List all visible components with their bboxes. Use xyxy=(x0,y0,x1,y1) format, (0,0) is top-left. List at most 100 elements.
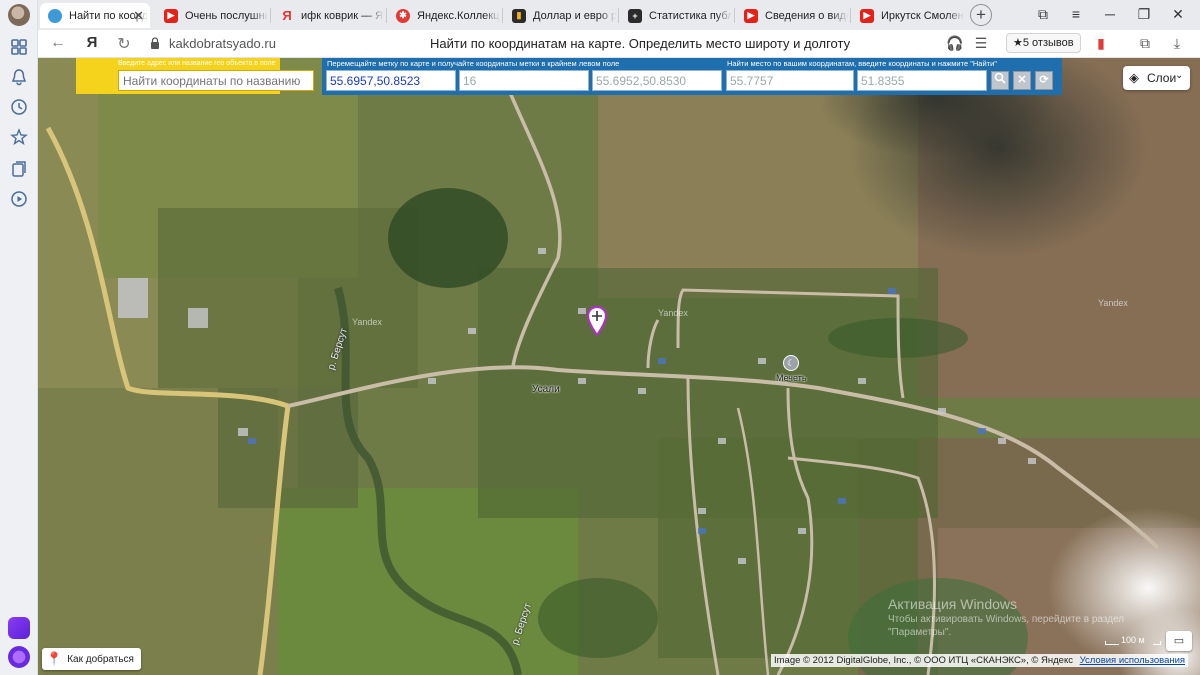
activation-line1: Чтобы активировать Windows, перейдите в … xyxy=(888,614,1125,625)
bell-icon[interactable] xyxy=(9,68,29,88)
tab-label: Доллар и евро р xyxy=(533,9,616,22)
layers-icon: ◈ xyxy=(1129,70,1139,85)
layers-button[interactable]: ◈ Слои ⌄ xyxy=(1123,66,1190,90)
plus-favicon: + xyxy=(628,8,642,23)
page-title: Найти по координатам на карте. Определит… xyxy=(430,36,851,51)
zoom-field[interactable] xyxy=(459,70,589,91)
apps-grid-icon[interactable] xyxy=(9,38,29,58)
refresh-button[interactable]: ⟳ xyxy=(1035,71,1053,90)
tab-coordinates[interactable]: Найти по коорд ✕ xyxy=(40,3,150,28)
tab-separator xyxy=(734,8,735,23)
clear-button[interactable]: ✕ xyxy=(1013,71,1031,90)
name-search-hint: Введите адрес или название гео объекта в… xyxy=(118,60,276,67)
alice-assistant-icon[interactable] xyxy=(8,646,30,668)
restore-icon[interactable]: ❐ xyxy=(1134,6,1154,23)
tab-label: Статистика публ xyxy=(649,9,732,22)
scale-label: 100 м xyxy=(1121,635,1145,645)
route-button[interactable]: 📍 Как добраться xyxy=(42,648,141,670)
close-icon: ✕ xyxy=(1017,74,1027,86)
downloads-icon[interactable]: ⤓ xyxy=(1168,35,1186,52)
latitude-field[interactable] xyxy=(726,70,854,91)
ruler-button[interactable]: ▭ xyxy=(1166,631,1192,651)
satellite-imagery[interactable] xyxy=(38,58,1200,675)
tab-close-icon[interactable]: ✕ xyxy=(133,8,144,24)
location-pin-icon[interactable] xyxy=(586,306,608,336)
route-label: Как добраться xyxy=(67,653,134,665)
history-clock-icon[interactable] xyxy=(9,98,29,118)
tab-label: Иркутск Смолен xyxy=(881,9,964,22)
windows-activation-watermark: Активация Windows Чтобы активировать Win… xyxy=(888,596,1124,638)
tab-yandex-collections[interactable]: ✱ Яндекс.Коллекци xyxy=(388,3,500,28)
refresh-icon: ⟳ xyxy=(1039,74,1049,86)
marker-hint: Перемещайте метку по карте и получайте к… xyxy=(327,59,620,68)
play-circle-icon[interactable] xyxy=(9,190,29,210)
profile-avatar[interactable] xyxy=(8,4,30,26)
mosque-label: Мечеть xyxy=(776,373,807,383)
tab-youtube-2[interactable]: ▶ Сведения о виде xyxy=(736,3,848,28)
tab-dollar-euro[interactable]: ▮ Доллар и евро р xyxy=(504,3,616,28)
layers-label: Слои xyxy=(1147,71,1177,85)
marker-coords-field[interactable] xyxy=(326,70,456,91)
chevron-down-icon: ⌄ xyxy=(1175,70,1184,81)
copyright-bar: Image © 2012 DigitalGlobe, Inc., © ООО И… xyxy=(771,654,1189,667)
browser-sidebar xyxy=(0,0,38,675)
tab-separator xyxy=(270,8,271,23)
tab-pin-icon[interactable]: ⧉ xyxy=(1033,6,1053,23)
longitude-field[interactable] xyxy=(857,70,987,91)
tab-label: Сведения о виде xyxy=(765,9,848,22)
lock-icon[interactable] xyxy=(150,37,160,49)
tab-youtube-1[interactable]: ▶ Очень послушны xyxy=(156,3,268,28)
search-button[interactable] xyxy=(991,71,1009,90)
village-label: Усали xyxy=(532,384,560,395)
yandex-collections-favicon: ✱ xyxy=(396,8,410,23)
reader-mode-icon[interactable]: ☰ xyxy=(972,35,990,52)
extensions-icon[interactable]: ⧉ xyxy=(1136,35,1154,52)
tab-separator xyxy=(502,8,503,23)
search-icon xyxy=(994,72,1006,84)
tab-separator xyxy=(850,8,851,23)
find-hint: Найти место по вашим координатам, введит… xyxy=(727,59,997,68)
kakdobratsyado-favicon xyxy=(48,8,62,23)
tab-label: Очень послушны xyxy=(185,9,268,22)
tab-separator xyxy=(386,8,387,23)
menu-icon[interactable]: ≡ xyxy=(1066,6,1086,22)
chart-favicon: ▮ xyxy=(512,8,526,23)
tab-statistics[interactable]: + Статистика публ xyxy=(620,3,732,28)
headphones-icon[interactable]: 🎧 xyxy=(946,35,964,52)
bookmark-icon[interactable]: ▮ xyxy=(1092,35,1110,52)
youtube-favicon: ▶ xyxy=(860,8,874,23)
scale-bar xyxy=(1105,641,1119,645)
name-search-panel: Введите адрес или название гео объекта в… xyxy=(76,58,314,94)
tab-label: ифк коврик — Ян xyxy=(301,9,384,22)
yandex-logo-icon[interactable]: Я xyxy=(82,34,102,51)
tab-yandex-search[interactable]: Я ифк коврик — Ян xyxy=(272,3,384,28)
youtube-favicon: ▶ xyxy=(164,8,178,23)
minimize-icon[interactable]: ─ xyxy=(1100,6,1120,22)
new-tab-button[interactable]: + xyxy=(970,4,992,26)
collections-icon[interactable] xyxy=(9,160,29,180)
center-coords-field[interactable] xyxy=(592,70,722,91)
scale-bar-end xyxy=(1153,641,1161,645)
address-bar: ← Я ↻ kakdobratsyado.ru Найти по координ… xyxy=(38,30,1200,58)
back-arrow-icon[interactable]: ← xyxy=(48,34,68,52)
reload-icon[interactable]: ↻ xyxy=(114,34,134,54)
map-pin-icon: 📍 xyxy=(46,651,63,666)
yandex-watermark: Yandex xyxy=(1098,298,1128,308)
messenger-icon[interactable] xyxy=(8,617,30,639)
tab-separator xyxy=(618,8,619,23)
name-search-input[interactable] xyxy=(118,70,314,91)
ruler-icon: ▭ xyxy=(1173,635,1185,647)
star-bookmarks-icon[interactable] xyxy=(9,128,29,148)
mosque-icon[interactable]: ☾ xyxy=(783,355,799,371)
reviews-badge[interactable]: ★5 отзывов xyxy=(1006,33,1081,53)
tab-strip: Найти по коорд ✕ ▶ Очень послушны Я ифк … xyxy=(38,0,1200,30)
youtube-favicon: ▶ xyxy=(744,8,758,23)
terms-link[interactable]: Условия использования xyxy=(1080,655,1185,666)
tab-youtube-3[interactable]: ▶ Иркутск Смолен xyxy=(852,3,964,28)
satellite-map[interactable]: Введите адрес или название гео объекта в… xyxy=(38,58,1200,675)
yandex-watermark: Yandex xyxy=(352,317,382,327)
activation-line2: "Параметры". xyxy=(888,627,952,638)
url-domain[interactable]: kakdobratsyado.ru xyxy=(169,36,276,51)
coordinates-panel: Перемещайте метку по карте и получайте к… xyxy=(322,58,1062,95)
close-window-icon[interactable]: ✕ xyxy=(1168,6,1188,23)
